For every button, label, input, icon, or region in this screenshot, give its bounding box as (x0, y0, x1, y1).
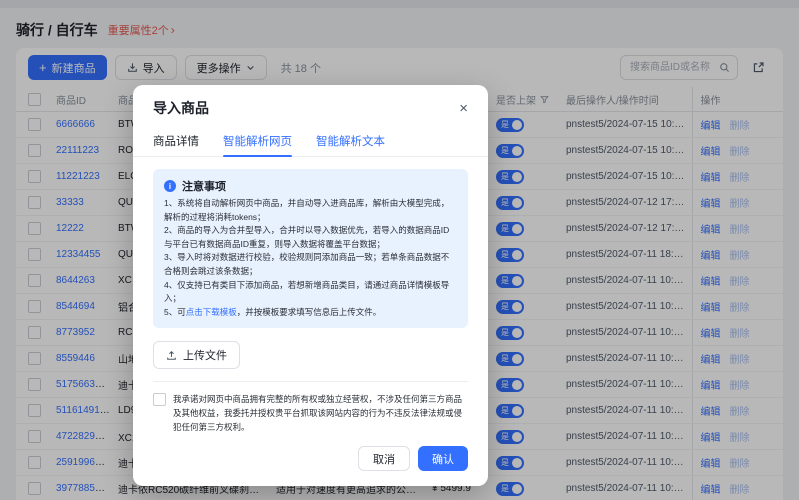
agreement-text: 我承诺对网页中商品拥有完整的所有权或独立经营权，不涉及任何第三方商品及其他权益，… (173, 394, 463, 433)
modal-divider (153, 381, 468, 383)
notice-item-5-prefix: 5、可 (164, 306, 186, 317)
agreement-row: 我承诺对网页中商品拥有完整的所有权或独立经营权，不涉及任何第三方商品及其他权益，… (153, 392, 468, 434)
notice-item: 3、导入时将对数据进行校验，校验规则同添加商品一致；若单条商品数据不合格则会跳过… (164, 252, 450, 276)
modal-footer: 取消 确认 (153, 446, 468, 472)
modal-tabs: 商品详情 智能解析网页 智能解析文本 (133, 127, 488, 157)
notice-item-5-suffix: ，并按模板要求填写信息后上传文件。 (236, 306, 382, 317)
notice-list: 1、系统将自动解析网页中商品，并自动导入进商品库，解析由大模型完成，解析的过程将… (164, 197, 457, 306)
close-icon[interactable]: × (459, 101, 468, 116)
tab-smart-parse-text[interactable]: 智能解析文本 (316, 127, 385, 156)
import-product-modal: 导入商品 × 商品详情 智能解析网页 智能解析文本 i 注意事项 1、系统将自动… (133, 85, 488, 487)
notice-item-5: 5、可点击下载模板，并按模板要求填写信息后上传文件。 (164, 306, 457, 320)
notice-title: 注意事项 (182, 181, 226, 193)
download-template-link[interactable]: 点击下载模板 (186, 307, 237, 317)
notice-item: 1、系统将自动解析网页中商品，并自动导入进商品库，解析由大模型完成，解析的过程将… (164, 198, 450, 222)
upload-label: 上传文件 (183, 350, 227, 363)
info-icon: i (164, 180, 176, 192)
tab-product-detail[interactable]: 商品详情 (153, 127, 199, 156)
notice-item: 2、商品的导入为合并型导入，合并时以导入数据优先，若导入的数据商品ID与平台已有… (164, 225, 450, 249)
notice-item: 4、仅支持已有类目下添加商品，若想新增商品类目，请通过商品详情模板导入； (164, 279, 450, 304)
notice-panel: i 注意事项 1、系统将自动解析网页中商品，并自动导入进商品库，解析由大模型完成… (153, 169, 468, 329)
screen: 骑行 / 自行车 重要属性2个 › + 新建商品 导入 更多操作 共 18 个 … (0, 0, 799, 500)
cancel-button[interactable]: 取消 (358, 446, 410, 472)
confirm-button[interactable]: 确认 (418, 446, 468, 472)
upload-icon (166, 350, 177, 361)
tab-smart-parse-webpage[interactable]: 智能解析网页 (223, 127, 292, 157)
agreement-checkbox[interactable] (153, 393, 166, 407)
upload-file-button[interactable]: 上传文件 (153, 341, 240, 370)
modal-title: 导入商品 (153, 100, 209, 116)
